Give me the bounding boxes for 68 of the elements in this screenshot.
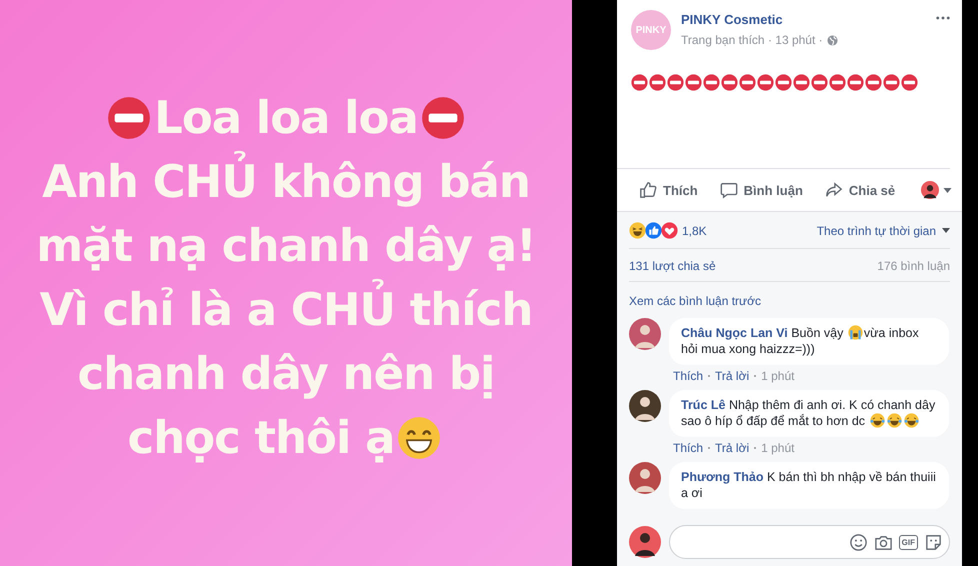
profile-chooser[interactable] <box>921 181 952 199</box>
comment-time: 1 phút <box>761 369 794 383</box>
no-entry-icon <box>847 74 864 91</box>
image-caption-line: Loa loa loa <box>104 86 468 150</box>
more-options-icon[interactable] <box>936 16 950 20</box>
caret-icon[interactable] <box>943 188 952 192</box>
thumbs-up-icon[interactable] <box>639 181 657 199</box>
comment-time: 1 phút <box>761 441 794 455</box>
like-link[interactable]: Thích <box>673 369 704 383</box>
no-entry-icon <box>721 74 738 91</box>
globe-icon <box>826 34 838 46</box>
avatar[interactable] <box>921 181 939 199</box>
no-entry-icon <box>865 74 882 91</box>
crying-face-icon <box>848 325 863 340</box>
like-link[interactable]: Thích <box>673 441 704 455</box>
comment-text: Trúc Lê Nhập thêm đi anh ơi. K có chanh dây sao ô híp ổ đấp để mắt to hơn dc <box>681 397 936 429</box>
comment-author-link[interactable]: Châu Ngọc Lan Vi <box>681 326 788 340</box>
reaction-count[interactable]: 1,8K <box>682 224 707 238</box>
avatar <box>629 526 661 558</box>
like-button[interactable]: Thích <box>637 177 700 203</box>
share-button[interactable]: Chia sẻ <box>822 177 898 203</box>
no-entry-icon <box>883 74 900 91</box>
image-caption-line: Anh CHỦ không bán <box>42 150 530 214</box>
no-entry-icon <box>631 74 648 91</box>
haha-reaction-icon <box>629 222 646 239</box>
no-entry-icon <box>901 74 918 91</box>
sort-dropdown[interactable]: Theo trình tự thời gian <box>816 224 950 238</box>
image-caption-line: chanh dây nên bị <box>78 346 494 402</box>
comment-input-field[interactable]: GIF <box>669 525 950 559</box>
no-entry-icon <box>420 96 465 140</box>
reply-link[interactable]: Trả lời <box>715 369 750 383</box>
image-caption-line: chọc thôi ạ <box>128 406 444 470</box>
comment-author-link[interactable]: Phương Thảo <box>681 470 764 484</box>
laughing-tears-icon <box>886 413 902 428</box>
view-previous-comments-link[interactable]: Xem các bình luận trước <box>629 294 950 308</box>
no-entry-icon <box>703 74 720 91</box>
comment-author-link[interactable]: Trúc Lê <box>681 398 726 412</box>
no-entry-icon <box>107 96 152 140</box>
smiley-icon[interactable] <box>848 532 868 552</box>
page-name-link[interactable]: PINKY Cosmetic <box>681 12 783 27</box>
laughing-tears-icon <box>870 413 884 428</box>
no-entry-icon <box>811 74 828 91</box>
speech-bubble-icon[interactable] <box>720 181 738 199</box>
sticker-icon[interactable] <box>924 532 943 552</box>
image-caption-line: mặt nạ chanh dây ạ! <box>36 218 536 274</box>
no-entry-icon <box>829 74 846 91</box>
post-meta: Trang bạn thích · 13 phút · <box>681 33 823 47</box>
share-arrow-icon[interactable] <box>824 181 843 199</box>
laughing-tears-icon <box>904 413 918 428</box>
share-count[interactable]: 131 lượt chia sẻ <box>629 259 716 273</box>
comment-text: Châu Ngọc Lan Vi Buồn vậy vừa inbox hỏi mua xong haizzz=))) <box>681 325 920 357</box>
no-entry-icon <box>685 74 702 91</box>
caret-icon[interactable] <box>942 228 950 233</box>
like-reaction-icon <box>645 222 662 239</box>
no-entry-icon <box>667 74 684 91</box>
comment-text: Phương Thảo K bán thì bh nhập về bán thuiii a ơi <box>681 469 937 501</box>
gif-button[interactable]: GIF <box>898 534 918 550</box>
love-reaction-icon <box>661 222 678 239</box>
comment-button[interactable]: Bình luận <box>718 177 805 203</box>
no-entry-icon <box>739 74 756 91</box>
no-entry-icon <box>649 74 666 91</box>
image-caption-line: Vì chỉ là a CHỦ thích <box>40 278 532 342</box>
no-entry-icon <box>757 74 774 91</box>
avatar[interactable] <box>629 390 661 422</box>
reply-link[interactable]: Trả lời <box>715 441 750 455</box>
grinning-face-icon <box>397 416 442 460</box>
no-entry-icon <box>775 74 792 91</box>
no-entry-icon <box>793 74 810 91</box>
